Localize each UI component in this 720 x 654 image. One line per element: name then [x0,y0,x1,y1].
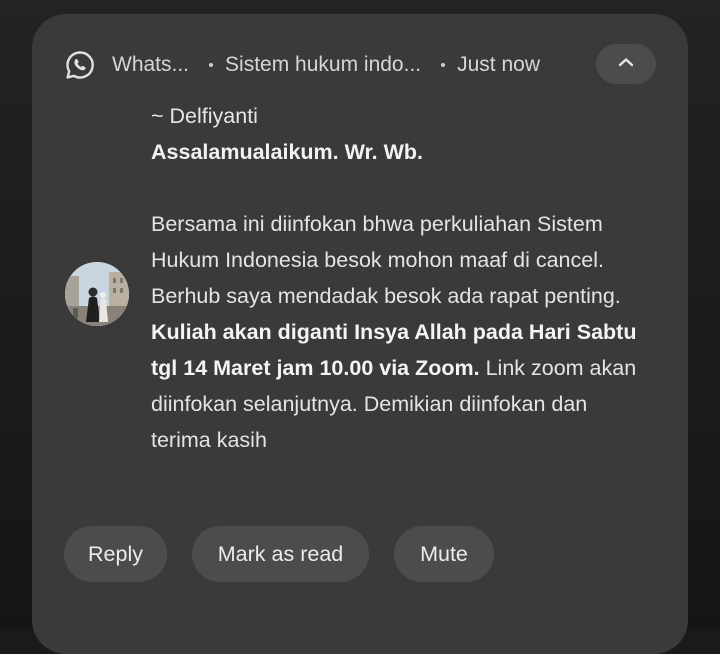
separator-dot [209,63,214,67]
sender-name: ~ Delfiyanti [151,104,258,128]
timestamp: Just now [457,53,540,76]
notification-header: Whats... Sistem hukum indo... Just now [64,46,540,84]
reply-button[interactable]: Reply [64,526,167,582]
sender-avatar [65,262,129,326]
group-name: Sistem hukum indo... [225,53,422,76]
mute-button[interactable]: Mute [394,526,494,582]
message-body: Bersama ini diinfokan bhwa perkuliahan S… [151,206,651,458]
message-greeting: Assalamualaikum. Wr. Wb. [151,140,424,164]
whatsapp-icon [64,49,96,81]
app-name: Whats... [112,53,190,76]
separator-dot [441,63,446,67]
message-text-start: Bersama ini diinfokan bhwa perkuliahan S… [151,212,621,308]
mark-as-read-button[interactable]: Mark as read [192,526,369,582]
notification-content: ~ Delfiyanti Assalamualaikum. Wr. Wb. Be… [151,98,651,458]
chevron-up-icon [617,55,635,73]
notification-actions: Reply Mark as read Mute [64,526,494,582]
collapse-button[interactable] [596,44,656,84]
